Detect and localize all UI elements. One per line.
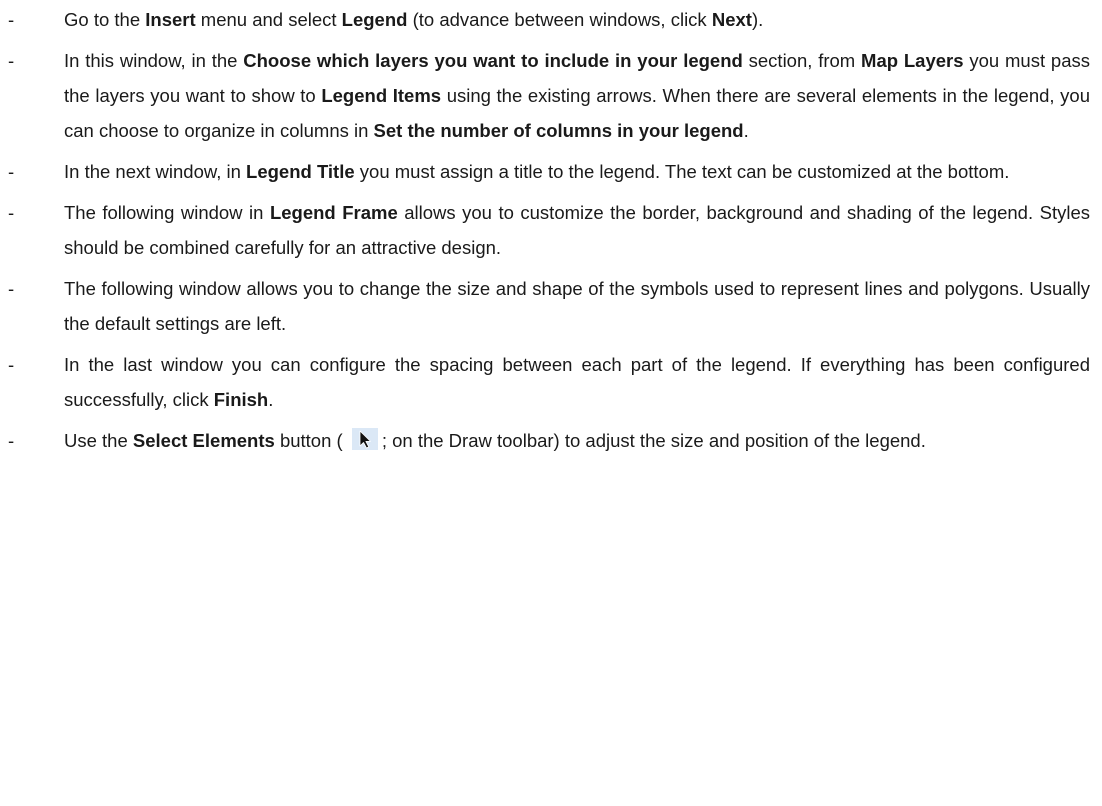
bold-term: Legend bbox=[341, 9, 408, 30]
list-bullet: - bbox=[8, 430, 15, 451]
body-text: The following window in bbox=[64, 202, 270, 223]
body-text: you must assign a title to the legend. T… bbox=[354, 161, 1010, 182]
bold-term: Legend Title bbox=[246, 161, 355, 182]
body-text: button ( bbox=[274, 430, 348, 451]
bold-term: Legend Frame bbox=[269, 202, 398, 223]
list-bullet: - bbox=[8, 9, 15, 30]
document-page: - Go to the Insert menu and select Legend… bbox=[0, 0, 1102, 806]
bold-term: Set the number of columns in your legend bbox=[373, 120, 744, 141]
bold-term: Legend Items bbox=[321, 85, 442, 106]
body-text: (to advance between windows, click bbox=[407, 9, 712, 30]
bold-term: Map Layers bbox=[861, 50, 964, 71]
bold-term: Insert bbox=[145, 9, 196, 30]
body-text: The following window allows you to chang… bbox=[64, 278, 1090, 334]
list-bullet: - bbox=[8, 278, 15, 299]
bold-term: Choose which layers you want to include … bbox=[243, 50, 743, 71]
body-text: menu and select bbox=[195, 9, 342, 30]
list-item: - The following window allows you to chan… bbox=[0, 271, 1102, 341]
list-item: - In the next window, in Legend Title you… bbox=[0, 154, 1102, 189]
body-text: Use the bbox=[64, 430, 133, 451]
body-text: In the next window, in bbox=[64, 161, 247, 182]
list-bullet: - bbox=[8, 161, 15, 182]
list-item: - Use the Select Elements button ( ; on t… bbox=[0, 423, 1102, 458]
body-text: . bbox=[743, 120, 749, 141]
select-elements-arrow-icon bbox=[351, 428, 378, 450]
bold-term: Finish bbox=[213, 389, 269, 410]
body-text: In this window, in the bbox=[64, 50, 244, 71]
list-item: - Go to the Insert menu and select Legend… bbox=[0, 0, 1102, 37]
body-text: ; on the Draw toolbar) to adjust the siz… bbox=[381, 430, 926, 451]
body-text: Go to the bbox=[64, 9, 146, 30]
body-text: . bbox=[268, 389, 274, 410]
list-bullet: - bbox=[8, 354, 15, 375]
instruction-list: - Go to the Insert menu and select Legend… bbox=[0, 0, 1102, 458]
list-bullet: - bbox=[8, 50, 15, 71]
body-text: section, from bbox=[742, 50, 862, 71]
list-bullet: - bbox=[8, 202, 15, 223]
list-item: - In the last window you can configure th… bbox=[0, 347, 1102, 417]
bold-term: Select Elements bbox=[132, 430, 275, 451]
list-item: - The following window in Legend Frame al… bbox=[0, 195, 1102, 265]
list-item: - In this window, in the Choose which lay… bbox=[0, 43, 1102, 148]
bold-term: Next bbox=[711, 9, 752, 30]
body-text: ). bbox=[751, 9, 764, 30]
